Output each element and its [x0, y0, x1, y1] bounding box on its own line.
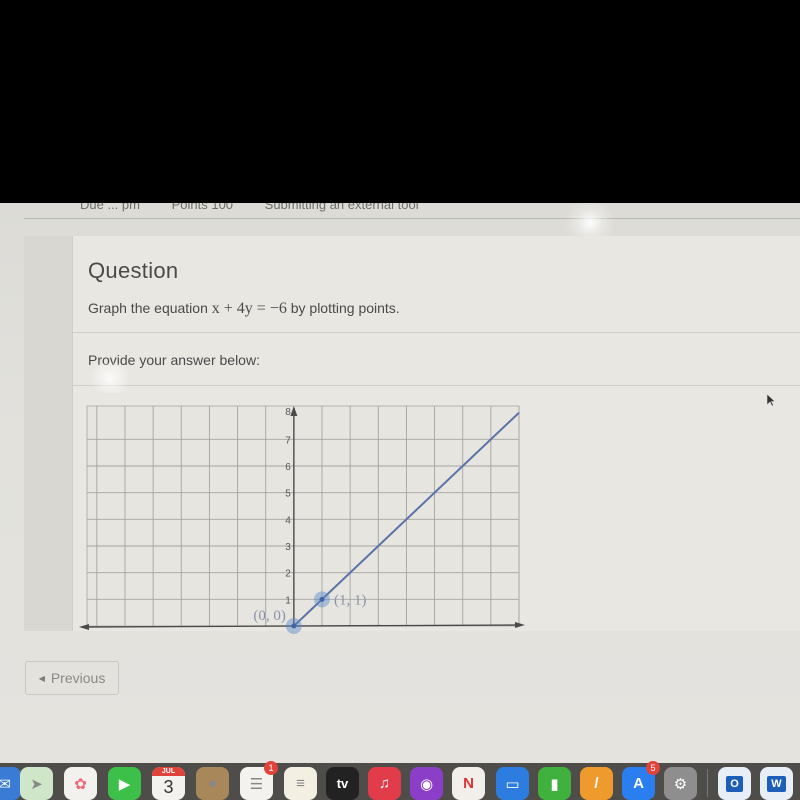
- music-icon: ♫: [378, 775, 391, 792]
- app-store-icon: A: [633, 775, 644, 792]
- left-gutter-panel: [24, 236, 72, 631]
- y-tick-label: 2: [285, 569, 291, 580]
- dock-app-music[interactable]: ♫: [368, 767, 401, 800]
- contacts-icon: ●: [207, 775, 218, 792]
- photos-icon: ✿: [74, 775, 87, 793]
- point-label: (1, 1): [334, 592, 367, 608]
- dock-app-notes[interactable]: ≡: [284, 767, 317, 800]
- prompt-prefix: Graph the equation: [88, 300, 212, 316]
- answer-prompt: Provide your answer below:: [88, 352, 260, 368]
- previous-label: Previous: [50, 670, 106, 686]
- outlook-icon: O: [726, 775, 743, 792]
- plotted-point[interactable]: [319, 596, 325, 602]
- numbers-icon: ▮: [550, 775, 559, 793]
- notification-badge: 5: [646, 761, 660, 775]
- divider: [73, 332, 800, 333]
- dock-app-facetime[interactable]: ▶: [108, 767, 141, 800]
- x-axis-left-arrow-icon: [79, 624, 89, 630]
- maps-icon: ➤: [30, 775, 43, 793]
- dock-app-outlook[interactable]: O: [718, 767, 751, 800]
- dock-app-mail[interactable]: ✉: [0, 767, 21, 800]
- graphing-tool[interactable]: 1 2 3 4 5 6 7 8 (0, 0) (1, 1): [79, 402, 539, 634]
- divider: [73, 385, 800, 386]
- y-tick-label: 8: [285, 407, 291, 418]
- question-title: Question: [88, 258, 179, 283]
- calendar-month: JUL: [152, 767, 185, 776]
- caret-left-icon: ◀: [38, 673, 45, 683]
- dock-app-photos[interactable]: ✿: [64, 767, 97, 800]
- podcasts-icon: ◉: [419, 775, 434, 793]
- y-tick-label: 3: [285, 542, 291, 553]
- equation: x + 4y = −6: [211, 300, 287, 317]
- plotted-point[interactable]: [291, 623, 297, 629]
- word-icon: W: [767, 775, 786, 792]
- dock-app-tv[interactable]: tv: [326, 767, 359, 800]
- dock-app-numbers[interactable]: ▮: [538, 767, 571, 800]
- y-tick-label: 5: [285, 489, 291, 500]
- previous-button[interactable]: ◀ Previous: [25, 661, 119, 695]
- dock-app-contacts[interactable]: ●: [196, 767, 229, 800]
- graph-canvas[interactable]: 1 2 3 4 5 6 7 8 (0, 0) (1, 1): [79, 402, 539, 634]
- dock-app-maps[interactable]: ➤: [20, 767, 53, 800]
- dock-app-pages[interactable]: /: [580, 767, 613, 800]
- system-preferences-icon: ⚙: [673, 775, 688, 793]
- pages-icon: /: [594, 775, 599, 792]
- divider: [24, 218, 800, 219]
- question-card: Question Graph the equation x + 4y = −6 …: [72, 236, 800, 634]
- dock-app-podcasts[interactable]: ◉: [410, 767, 443, 800]
- y-tick-label: 1: [285, 595, 291, 606]
- reminders-icon: ☰: [249, 775, 264, 793]
- dock-separator: [707, 769, 708, 797]
- dock-app-keynote[interactable]: ▭: [496, 767, 529, 800]
- mail-icon: ✉: [0, 775, 11, 793]
- submitting-text: Submitting an external tool: [264, 203, 419, 212]
- dock-app-calendar[interactable]: JUL 3: [152, 767, 185, 800]
- tv-icon: tv: [336, 776, 349, 791]
- assignment-meta-bar: Due ... pm Points 100 Submitting an exte…: [80, 203, 800, 212]
- calendar-day: 3: [163, 777, 174, 797]
- point-label: (0, 0): [253, 608, 286, 624]
- macos-dock: ✉ ➤ ✿ ▶ JUL 3 ● ☰ 1 ≡ tv ♫ ◉ N ▭ ▮ / A 5 ⚙ O W: [0, 761, 800, 800]
- facetime-icon: ▶: [118, 775, 131, 793]
- notes-icon: ≡: [296, 775, 305, 792]
- x-axis-right-arrow-icon: [515, 622, 525, 628]
- y-tick-label: 4: [285, 515, 291, 526]
- y-tick-label: 7: [285, 435, 291, 446]
- keynote-icon: ▭: [505, 775, 520, 793]
- points-text: Points 100: [171, 203, 234, 212]
- dock-app-system-preferences[interactable]: ⚙: [664, 767, 697, 800]
- question-prompt: Graph the equation x + 4y = −6 by plotti…: [88, 300, 400, 318]
- due-date-text: Due ... pm: [80, 203, 140, 212]
- browser-viewport: Due ... pm Points 100 Submitting an exte…: [0, 203, 800, 763]
- y-tick-label: 6: [285, 462, 291, 473]
- dock-app-word[interactable]: W: [760, 767, 793, 800]
- news-icon: N: [463, 775, 474, 792]
- dock-app-news[interactable]: N: [452, 767, 485, 800]
- mouse-cursor-icon: [766, 393, 776, 407]
- notification-badge: 1: [264, 761, 278, 775]
- prompt-suffix: by plotting points.: [286, 300, 400, 316]
